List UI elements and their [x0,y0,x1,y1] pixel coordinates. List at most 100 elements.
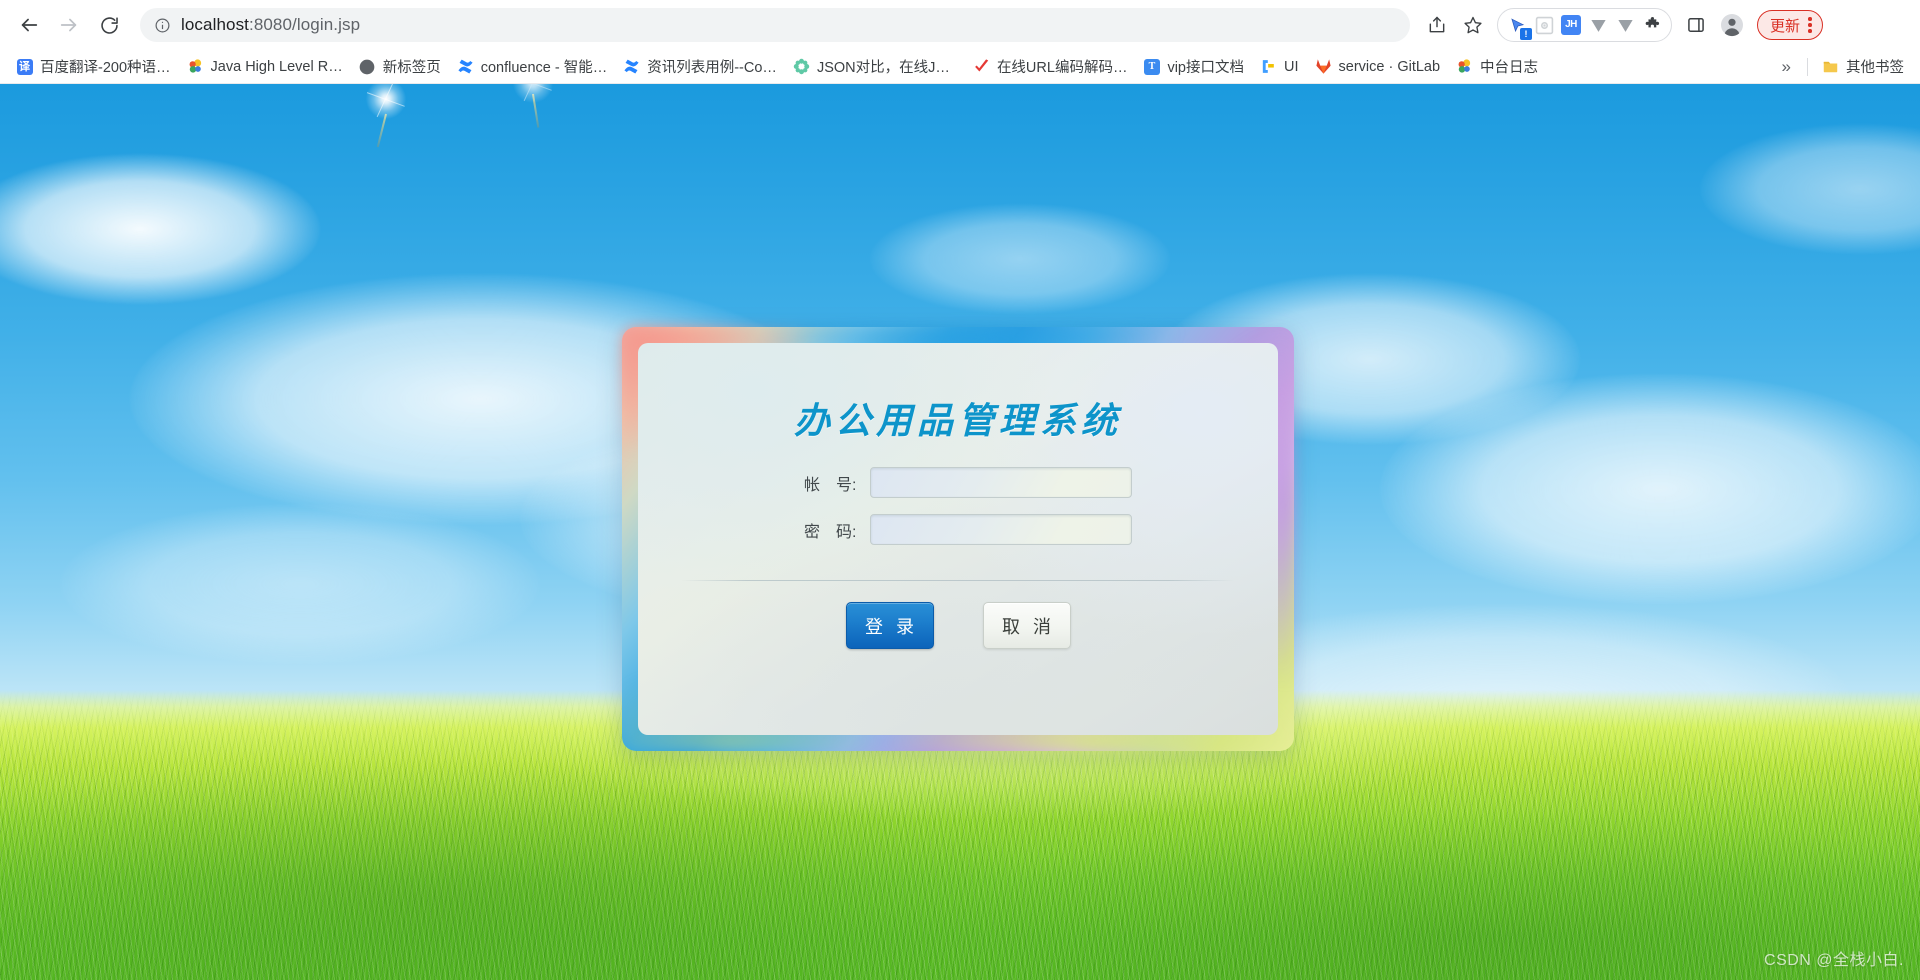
site-info-icon[interactable] [154,17,171,34]
reload-icon [100,16,118,34]
confluence-icon [457,58,474,75]
bookmark-label: 百度翻译-200种语… [40,60,171,76]
folder-icon [1822,58,1839,75]
cancel-button[interactable]: 取 消 [982,602,1071,649]
red-check-glyph-icon [975,59,989,72]
bookmark-label: confluence - 智能… [480,60,608,76]
flower-icon [793,58,810,75]
side-panel-button[interactable] [1679,8,1713,42]
chrome-menu-button[interactable] [1806,17,1814,33]
confluence-x-glyph-icon [458,59,473,74]
avatar-icon [1721,14,1743,37]
confluence-icon-2 [623,58,640,75]
address-bar[interactable]: localhost:8080/login.jsp [140,8,1410,42]
account-input[interactable] [869,467,1132,498]
cloud [870,204,1170,314]
qr-glyph-icon [1535,16,1553,34]
cloud [1380,374,1920,604]
page-title: 办公用品管理系统 [793,401,1122,441]
baidu-translate-icon: 译 [16,58,33,75]
login-form: 帐 号: 密 码: [638,467,1278,561]
cloud [60,504,540,664]
cluster-icon-2 [1456,58,1473,75]
cluster-icon [187,58,204,75]
url-host: localhost [181,15,249,34]
star-icon [1464,16,1482,34]
form-divider [681,580,1235,581]
other-bookmarks-label: 其他书签 [1846,60,1904,76]
bookmark-star-button[interactable] [1456,8,1490,42]
dark-circle-glyph-icon [359,59,375,74]
login-panel-body: 办公用品管理系统 帐 号: 密 码: 登 录 取 消 [638,343,1278,735]
puzzle-piece-icon [1645,16,1659,27]
page-viewport: 办公用品管理系统 帐 号: 密 码: 登 录 取 消 CSDN @全栈小白. [0,84,1920,980]
bookmark-label: Java High Level R… [210,58,343,75]
address-bar-text: localhost:8080/login.jsp [181,15,360,35]
bookmark-item-url-encode[interactable]: 在线URL编码解码… [965,52,1136,81]
ui-icon [1260,58,1277,75]
pointer-extension-icon[interactable]: ! [1505,13,1532,40]
new-tab-circle-icon [359,58,376,75]
bookmark-item-java-high-level[interactable]: Java High Level R… [179,54,351,79]
folder-glyph-icon [1823,61,1838,73]
gitlab-icon [1315,58,1332,75]
flower-glyph-icon [793,58,810,75]
check-icon [973,58,990,75]
login-button[interactable]: 登 录 [845,602,934,649]
gitlab-fox-glyph-icon [1315,59,1331,74]
ui-glyph-icon [1262,60,1274,73]
chevron-down-v-icon [1590,19,1606,32]
bookmarks-bar: 译 百度翻译-200种语… Java High Level R… 新标签页 co… [0,50,1920,84]
browser-toolbar: localhost:8080/login.jsp ! JH 更新 [0,0,1920,50]
share-button[interactable] [1420,8,1454,42]
bookmark-label: service · GitLab [1338,58,1441,75]
back-button[interactable] [10,6,48,44]
update-button[interactable]: 更新 [1757,10,1823,40]
bookmark-item-news-list[interactable]: 资讯列表用例--Co… [615,52,785,81]
other-bookmarks-button[interactable]: 其他书签 [1814,52,1912,81]
bookmark-label: 新标签页 [382,60,441,76]
bookmark-item-json-compare[interactable]: JSON对比，在线JS… [785,52,965,81]
bookmark-label: vip接口文档 [1167,60,1244,76]
color-cluster-glyph-icon-2 [1458,59,1471,73]
bookmark-label: 在线URL编码解码… [996,60,1128,76]
share-icon [1429,16,1445,33]
bookmarks-divider [1807,57,1808,76]
extensions-group: ! JH [1497,8,1672,42]
browser-window: localhost:8080/login.jsp ! JH 更新 译 百度翻译-… [0,0,1920,980]
bookmark-label: JSON对比，在线JS… [816,60,957,76]
reload-button[interactable] [90,6,128,44]
watermark: CSDN @全栈小白. [1764,952,1904,969]
qr-code-extension-icon[interactable] [1532,13,1556,37]
jh-extension-icon[interactable]: JH [1559,13,1583,37]
puzzle-extensions-icon[interactable] [1640,13,1664,37]
extension-alert-badge: ! [1520,28,1532,40]
back-arrow-icon [21,18,38,32]
profile-button[interactable] [1715,8,1749,42]
bookmark-item-baidu-translate[interactable]: 译 百度翻译-200种语… [8,52,179,81]
toolbar-right-actions: ! JH 更新 [1420,8,1823,42]
bookmark-item-zhongtai-log[interactable]: 中台日志 [1448,52,1546,81]
url-path: :8080/login.jsp [249,15,361,34]
bookmark-label: 中台日志 [1480,60,1539,76]
browser-chrome: localhost:8080/login.jsp ! JH 更新 译 百度翻译-… [0,0,1920,84]
update-label: 更新 [1770,17,1801,35]
forward-button[interactable] [50,6,88,44]
bookmark-label: UI [1284,58,1299,75]
bookmarks-overflow-button[interactable]: » [1772,57,1801,77]
bookmark-item-ui[interactable]: UI [1252,54,1307,79]
download-v-extension-icon[interactable] [1586,13,1610,37]
bookmark-item-vip-api-doc[interactable]: T vip接口文档 [1135,52,1252,81]
bookmark-item-gitlab[interactable]: service · GitLab [1307,54,1449,79]
download-v2-extension-icon[interactable] [1613,13,1637,37]
bookmark-item-new-tab[interactable]: 新标签页 [351,52,449,81]
color-cluster-glyph-icon [189,59,201,73]
login-actions: 登 录 取 消 [638,602,1278,649]
side-panel-icon [1688,18,1704,32]
bookmark-label: 资讯列表用例--Co… [647,60,777,76]
password-input[interactable] [869,514,1132,545]
form-row-password: 密 码: [638,514,1278,545]
bookmark-item-confluence[interactable]: confluence - 智能… [449,52,616,81]
login-panel: 办公用品管理系统 帐 号: 密 码: 登 录 取 消 [622,327,1294,751]
form-row-account: 帐 号: [638,467,1278,498]
